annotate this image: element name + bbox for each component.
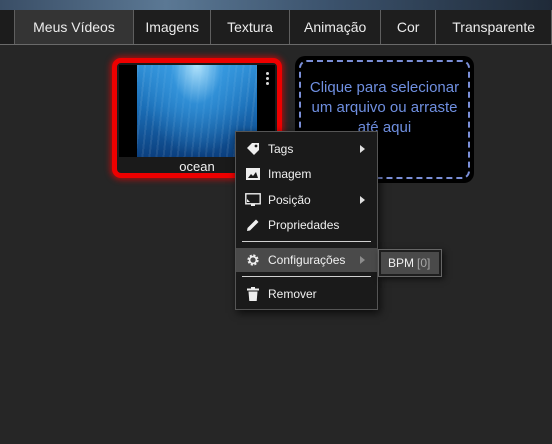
window-top-strip xyxy=(0,0,552,10)
trash-icon xyxy=(245,286,261,302)
tab-animacao[interactable]: Animação xyxy=(290,10,382,44)
submenu-item-bpm[interactable]: BPM [0] xyxy=(381,252,439,274)
configuracoes-submenu: BPM [0] xyxy=(378,249,442,277)
tab-bar: Meus Vídeos Imagens Textura Animação Cor… xyxy=(0,10,552,45)
chevron-right-icon xyxy=(360,256,365,264)
context-menu: Tags Imagem Posição Propriedades Configu… xyxy=(235,131,378,310)
chevron-right-icon xyxy=(360,145,365,153)
dropzone-text: Clique para selecionar um arquivo ou arr… xyxy=(309,79,460,136)
menu-item-label: Remover xyxy=(268,287,317,301)
menu-item-label: Imagem xyxy=(268,167,312,181)
tab-transparente[interactable]: Transparente xyxy=(436,10,552,44)
bpm-label: BPM xyxy=(388,256,415,270)
gear-icon xyxy=(245,252,261,268)
menu-separator xyxy=(242,276,371,277)
tab-meus-videos[interactable]: Meus Vídeos xyxy=(14,10,135,44)
menu-item-propriedades[interactable]: Propriedades xyxy=(236,213,377,237)
menu-item-label: Propriedades xyxy=(268,218,340,232)
menu-item-label: Posição xyxy=(268,193,311,207)
tag-icon xyxy=(245,141,261,157)
tab-imagens[interactable]: Imagens xyxy=(134,10,211,44)
menu-item-remover[interactable]: Remover xyxy=(236,282,377,306)
menu-item-tags[interactable]: Tags xyxy=(236,137,377,161)
tab-textura[interactable]: Textura xyxy=(210,10,291,44)
menu-item-posicao[interactable]: Posição xyxy=(236,188,377,212)
tab-bar-lead xyxy=(0,10,15,44)
menu-item-label: Configurações xyxy=(268,253,346,267)
chevron-right-icon xyxy=(360,196,365,204)
tab-cor[interactable]: Cor xyxy=(381,10,437,44)
menu-item-configuracoes[interactable]: Configurações xyxy=(236,248,377,272)
image-icon xyxy=(245,166,261,182)
screen-position-icon xyxy=(245,192,261,208)
pencil-icon xyxy=(245,217,261,233)
menu-separator xyxy=(242,241,371,242)
menu-item-imagem[interactable]: Imagem xyxy=(236,162,377,186)
bpm-count: [0] xyxy=(417,256,431,270)
more-options-icon[interactable] xyxy=(260,68,274,88)
menu-item-label: Tags xyxy=(268,142,294,156)
